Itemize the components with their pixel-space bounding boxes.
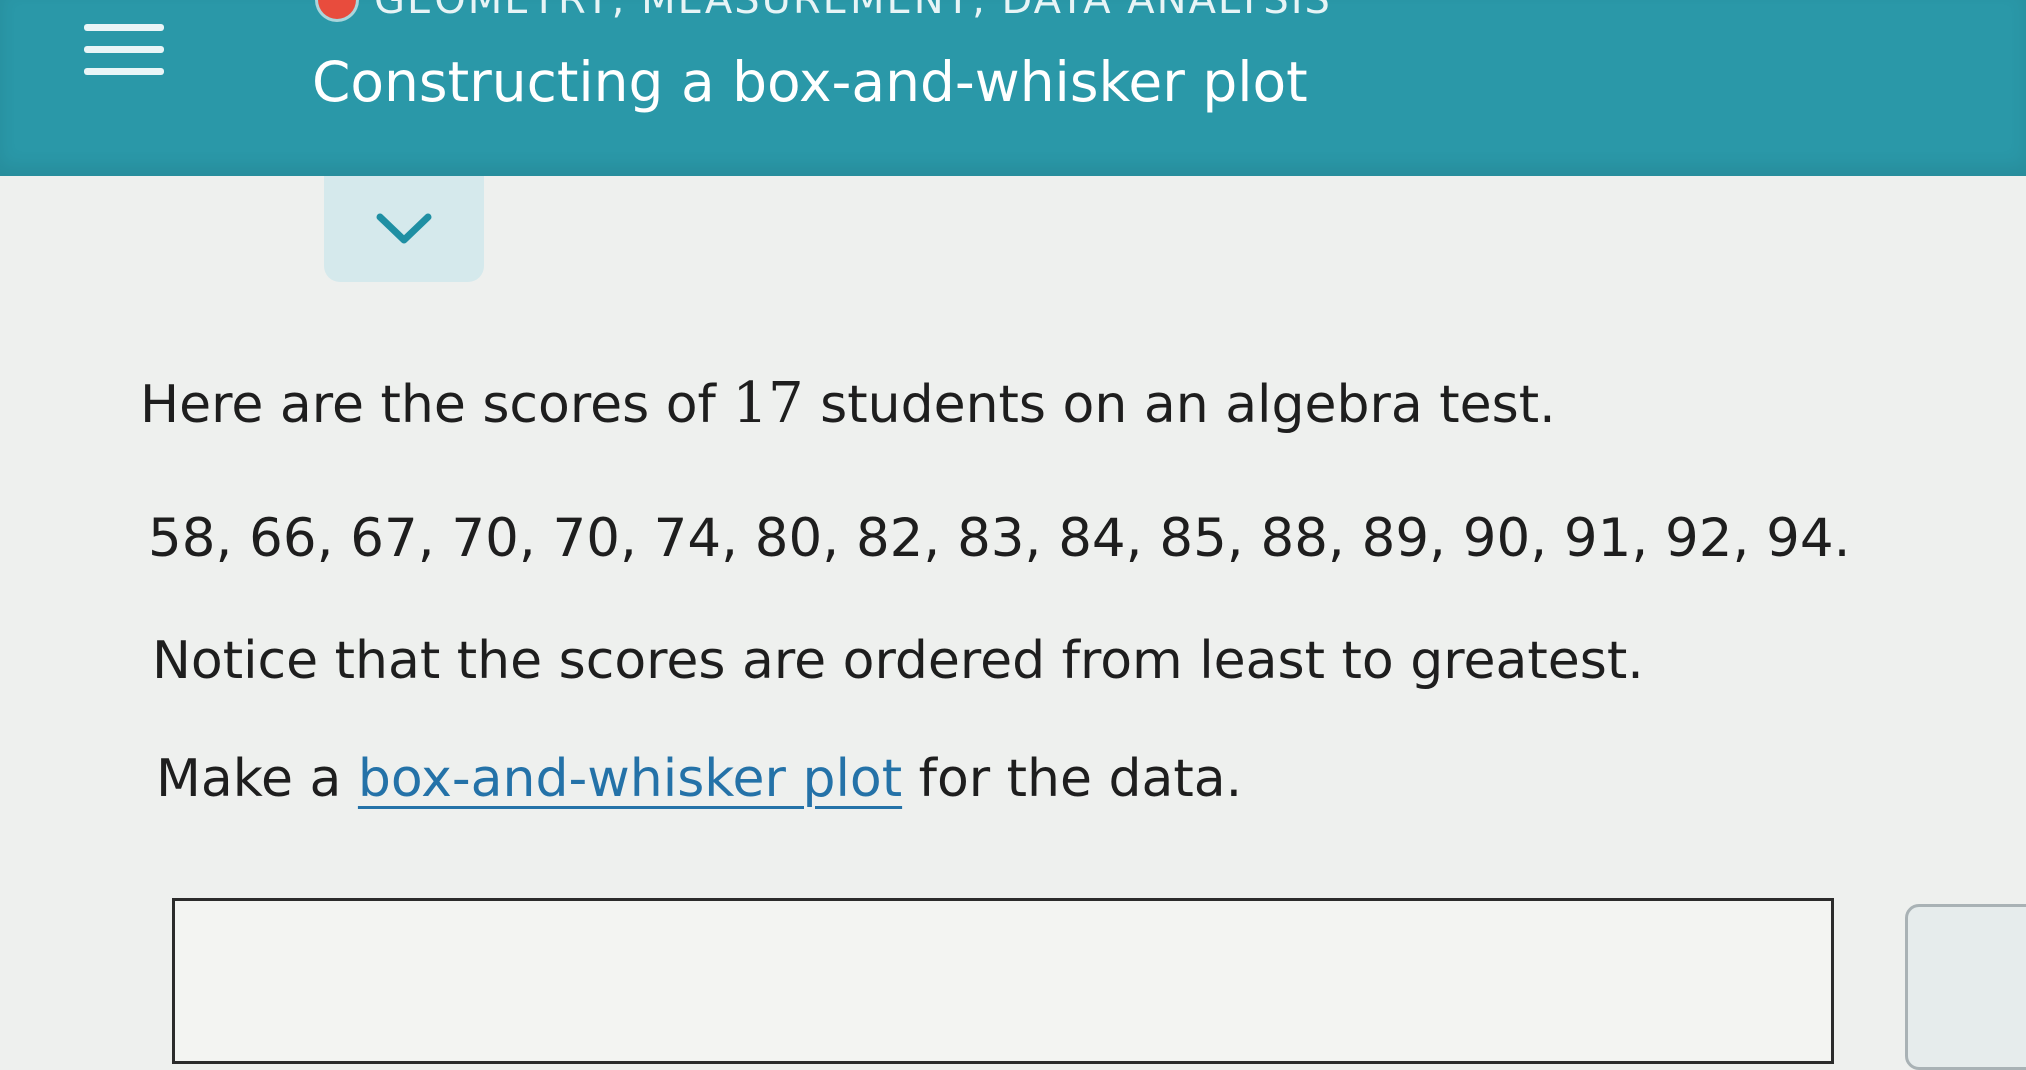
intro-text-end: students on an algebra test. — [803, 375, 1556, 435]
page-title: Constructing a box-and-whisker plot — [312, 50, 1308, 114]
instruction-end: for the data. — [902, 749, 1243, 809]
problem-intro: Here are the scores of 17 students on an… — [140, 371, 1556, 438]
scores-list: 58, 66, 67, 70, 70, 74, 80, 82, 83, 84, … — [148, 508, 1851, 569]
intro-text-start: Here are the scores of — [140, 375, 733, 435]
instruction-text: Make a box-and-whisker plot for the data… — [156, 746, 1242, 812]
menu-line — [84, 24, 164, 31]
notice-text: Notice that the scores are ordered from … — [152, 631, 1644, 691]
box-plot-answer-area[interactable] — [172, 898, 1834, 1064]
status-dot-icon — [318, 0, 356, 19]
problem-content: Here are the scores of 17 students on an… — [0, 176, 2026, 1070]
box-and-whisker-plot-link[interactable]: box-and-whisker plot — [358, 749, 902, 809]
topic-row: GEOMETRY, MEASUREMENT, DATA ANALYSIS — [318, 0, 1332, 22]
menu-line — [84, 46, 164, 53]
student-count: 17 — [732, 371, 804, 436]
side-panel-box[interactable] — [1905, 904, 2026, 1070]
hamburger-menu-icon[interactable] — [84, 18, 164, 84]
topic-label: GEOMETRY, MEASUREMENT, DATA ANALYSIS — [374, 0, 1332, 23]
instruction-start: Make a — [156, 749, 358, 809]
top-header-bar: GEOMETRY, MEASUREMENT, DATA ANALYSIS Con… — [0, 0, 2026, 176]
menu-line — [84, 68, 164, 75]
